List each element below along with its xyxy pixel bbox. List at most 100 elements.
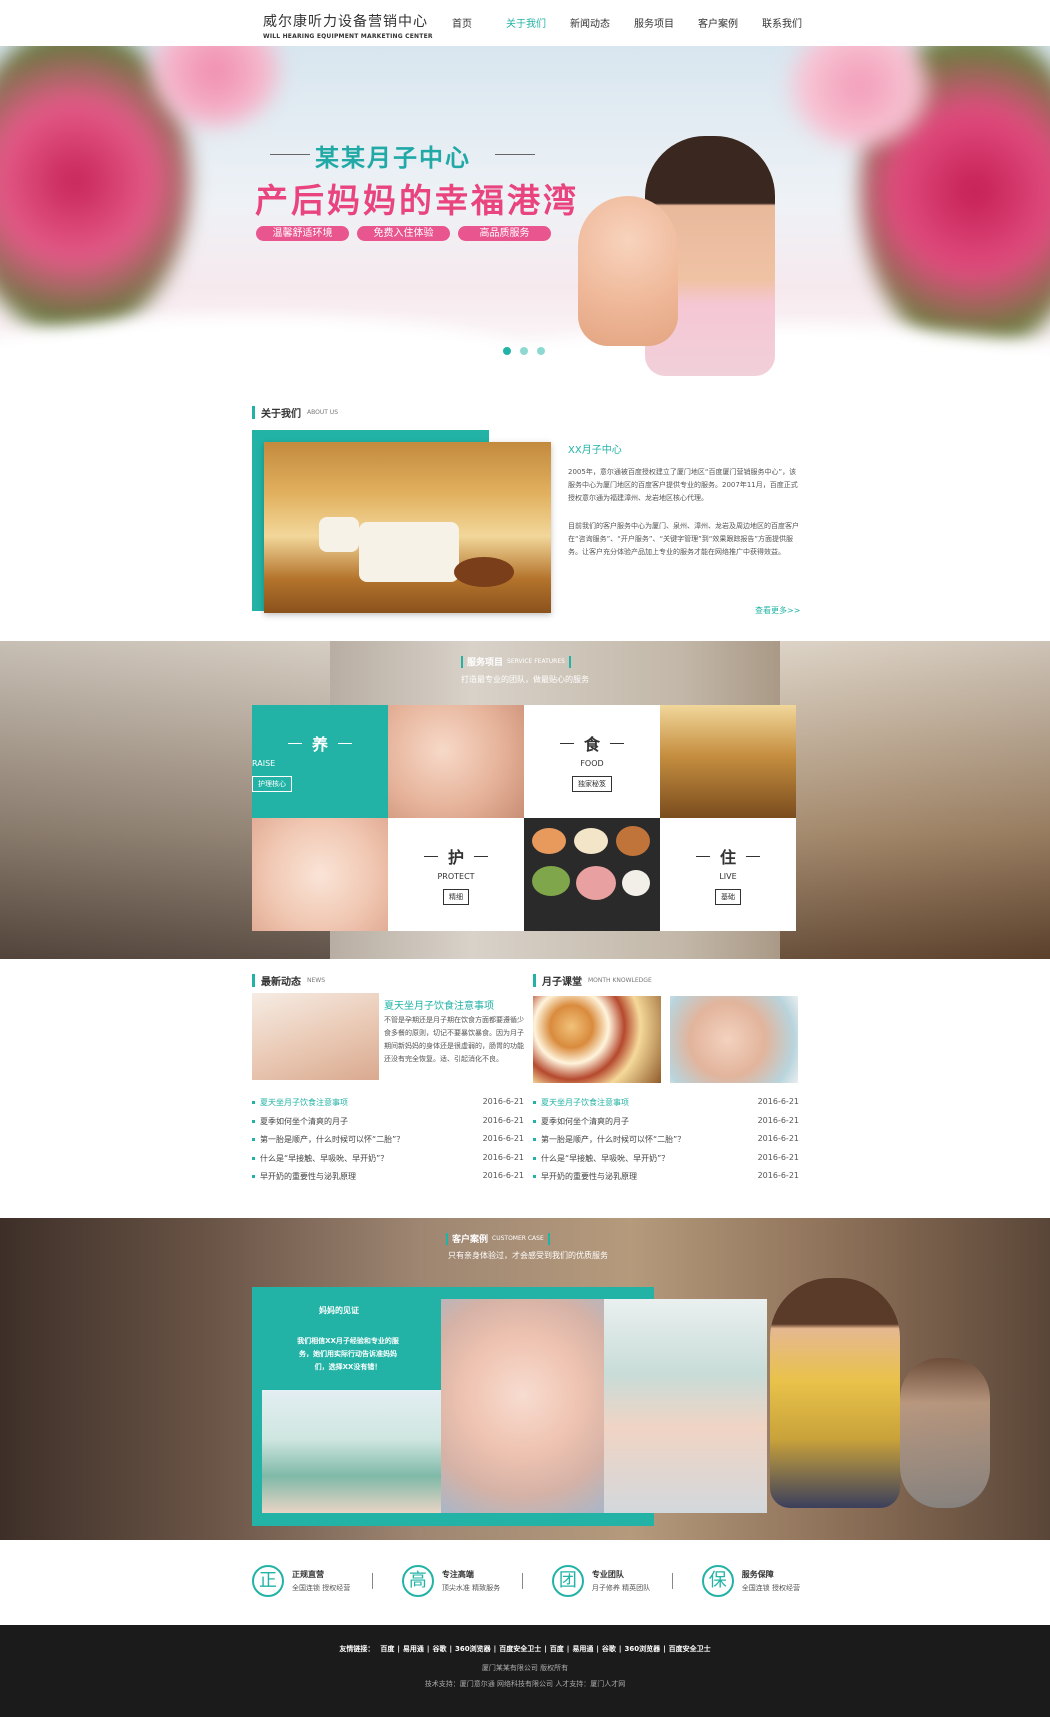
friend-link[interactable]: 易用通 <box>403 1645 424 1653</box>
news-featured-title[interactable]: 夏天坐月子饮食注意事项 <box>384 997 494 1012</box>
service-protect[interactable]: 护 PROTECT 精细 <box>388 818 524 931</box>
about-section-title: 关于我们 ABOUT US <box>252 405 338 420</box>
news-list-item[interactable]: 第一胎是顺产，什么时候可以怀“二胎”？ 2016-6-21 <box>252 1134 524 1153</box>
knowledge-list-item[interactable]: 什么是“早接触、早吸吮、早开奶”？ 2016-6-21 <box>533 1153 799 1172</box>
about-title-en: ABOUT US <box>307 409 339 416</box>
title-bar <box>252 406 255 419</box>
knowledge-item-date: 2016-6-21 <box>757 1171 799 1180</box>
service-live-cn: 住 <box>719 848 736 867</box>
service-live-en: LIVE <box>719 872 737 881</box>
hero-title: 产后妈妈的幸福港湾 <box>255 181 579 220</box>
knowledge-list-item[interactable]: 第一胎是顺产，什么时候可以怀“二胎”？ 2016-6-21 <box>533 1134 799 1153</box>
feature-divider <box>672 1573 674 1589</box>
news-list: 夏天坐月子饮食注意事项 2016-6-21 夏季如何坐个清爽的月子 2016-6-2… <box>252 1097 524 1190</box>
knowledge-item-title: 夏季如何坐个清爽的月子 <box>541 1116 629 1126</box>
carousel-dot[interactable] <box>503 347 511 355</box>
friend-link[interactable]: 谷歌 <box>602 1645 616 1653</box>
yoga-woman-photo <box>770 1278 900 1508</box>
services-grid: 养 RAISE 护理核心 食 FOOD 独家秘笈 护 PROTECT 精细 住 … <box>252 705 796 932</box>
news-list-item[interactable]: 夏天坐月子饮食注意事项 2016-6-21 <box>252 1097 524 1116</box>
friend-link[interactable]: 百度 <box>380 1645 394 1653</box>
logo[interactable]: 威尔康听力设备营销中心 WILL HEARING EQUIPMENT MARKE… <box>263 11 433 40</box>
tech-support: 技术支持：厦门意尔通 网络科技有限公司 人才支持：厦门人才网 <box>424 1680 626 1688</box>
nurse-care-photo[interactable] <box>262 1390 441 1513</box>
about-more-link[interactable]: 查看更多>> <box>755 605 800 616</box>
news-title-cn: 最新动态 <box>261 977 301 988</box>
service-protect-cn: 护 <box>447 848 464 867</box>
knowledge-item-title: 第一胎是顺产，什么时候可以怀“二胎”？ <box>541 1135 686 1144</box>
nav-cases[interactable]: 客户案例 <box>686 0 750 46</box>
news-item-date: 2016-6-21 <box>482 1115 524 1125</box>
friend-link[interactable]: 百度 <box>550 1645 564 1653</box>
knowledge-list-item[interactable]: 夏季如何坐个清爽的月子 2016-6-21 <box>533 1116 799 1135</box>
nav-services[interactable]: 服务项目 <box>622 0 686 46</box>
feature-divider <box>522 1573 524 1589</box>
cases-title: 客户案例 CUSTOMER CASE <box>446 1232 550 1245</box>
title-bar <box>252 974 255 987</box>
carousel-dot[interactable] <box>537 347 545 355</box>
service-food[interactable]: 食 FOOD 独家秘笈 <box>524 705 660 818</box>
service-raise-button[interactable]: 护理核心 <box>252 776 292 792</box>
dish-shape <box>576 866 616 900</box>
news-featured-photo[interactable] <box>252 993 379 1080</box>
food-bowls-photo[interactable] <box>533 996 661 1083</box>
bao-icon: 保 <box>701 1565 734 1597</box>
hallway-photo <box>660 705 796 818</box>
hero-subtitle: 某某月子中心 <box>315 144 471 172</box>
friend-link[interactable]: 百度安全卫士 <box>669 1645 711 1653</box>
sofa-shape <box>319 517 359 552</box>
friend-link[interactable]: 360浏览器 <box>455 1645 491 1653</box>
newborn-photo[interactable] <box>441 1299 604 1513</box>
service-protect-button[interactable]: 精细 <box>443 889 469 905</box>
knowledge-item-date: 2016-6-21 <box>757 1097 799 1106</box>
service-food-button[interactable]: 独家秘笈 <box>572 776 612 792</box>
knowledge-list-item[interactable]: 早开奶的重要性与泌乳原理 2016-6-21 <box>533 1171 799 1190</box>
nav-home[interactable]: 首页 <box>430 0 494 46</box>
knowledge-item-title: 早开奶的重要性与泌乳原理 <box>541 1172 637 1181</box>
about-room-photo <box>264 442 551 613</box>
title-bar <box>461 655 463 668</box>
news-list-item[interactable]: 夏季如何坐个清爽的月子 2016-6-21 <box>252 1116 524 1135</box>
features-bar: 正 正规直营 全国连锁 授权经营 高 专注高端 顶尖水准 精致服务 团 专业团队 月子… <box>252 1565 800 1597</box>
carousel-dot[interactable] <box>520 347 528 355</box>
friend-link[interactable]: 易用通 <box>572 1645 593 1653</box>
cases-title-en: CUSTOMER CASE <box>492 1235 544 1242</box>
services-subtitle: 打造最专业的团队，做最贴心的服务 <box>461 675 589 684</box>
nav-about[interactable]: 关于我们 <box>494 0 558 46</box>
friend-link[interactable]: 360浏览器 <box>624 1645 660 1653</box>
hero-banner[interactable]: 某某月子中心 产后妈妈的幸福港湾 温馨舒适环境 免费入住体验 高品质服务 <box>0 46 1050 391</box>
breastfeeding-photo[interactable] <box>670 996 798 1083</box>
news-list-item[interactable]: 什么是“早接触、早吸吮、早开奶”？ 2016-6-21 <box>252 1153 524 1172</box>
hero-tags: 温馨舒适环境 免费入住体验 高品质服务 <box>256 226 551 241</box>
cases-box-text: 我们相信XX月子经验和专业的服务，她们用实际行动告诉准妈妈们，选择XX没有错！ <box>297 1337 399 1371</box>
nurse-bath-photo[interactable] <box>604 1299 767 1513</box>
service-food-cn: 食 <box>583 735 600 754</box>
knowledge-list-item[interactable]: 夏天坐月子饮食注意事项 2016-6-21 <box>533 1097 799 1116</box>
friend-link[interactable]: 百度安全卫士 <box>499 1645 541 1653</box>
hero-line-right <box>495 154 535 155</box>
title-bar <box>568 655 571 668</box>
service-raise[interactable]: 养 RAISE 护理核心 <box>252 705 388 818</box>
services-title-en: SERVICE FEATURES <box>507 658 565 665</box>
nav-news[interactable]: 新闻动态 <box>558 0 622 46</box>
nav-contact[interactable]: 联系我们 <box>750 0 814 46</box>
news-item-title: 早开奶的重要性与泌乳原理 <box>260 1172 356 1181</box>
yoga-woman-photo <box>900 1358 990 1508</box>
tuan-icon: 团 <box>551 1565 584 1597</box>
baby-photo <box>578 196 678 346</box>
news-list-item[interactable]: 早开奶的重要性与泌乳原理 2016-6-21 <box>252 1171 524 1190</box>
dish-shape <box>616 826 650 856</box>
service-live[interactable]: 住 LIVE 基础 <box>660 818 796 931</box>
knowledge-item-date: 2016-6-21 <box>757 1115 799 1125</box>
feature-title: 专注高端 <box>441 1570 474 1579</box>
news-item-title: 夏天坐月子饮食注意事项 <box>260 1098 348 1107</box>
friend-link[interactable]: 谷歌 <box>432 1645 446 1653</box>
about-paragraph-2: 目前我们的客户服务中心为厦门、泉州、漳州、龙岩及周边地区的百度客户在“咨询服务”… <box>568 522 799 556</box>
service-live-button[interactable]: 基础 <box>715 889 741 905</box>
feature-divider <box>372 1573 374 1589</box>
sofa-shape <box>359 522 459 582</box>
news-item-date: 2016-6-21 <box>482 1134 524 1143</box>
carousel-dots <box>503 347 545 355</box>
site-footer: 友情链接： 百度 | 易用通 | 谷歌 | 360浏览器 | 百度安全卫士 | 百度 | 易用通 | 谷歌 | 3… <box>0 1625 1050 1717</box>
cases-box-title: 妈妈的见证 <box>319 1306 359 1315</box>
